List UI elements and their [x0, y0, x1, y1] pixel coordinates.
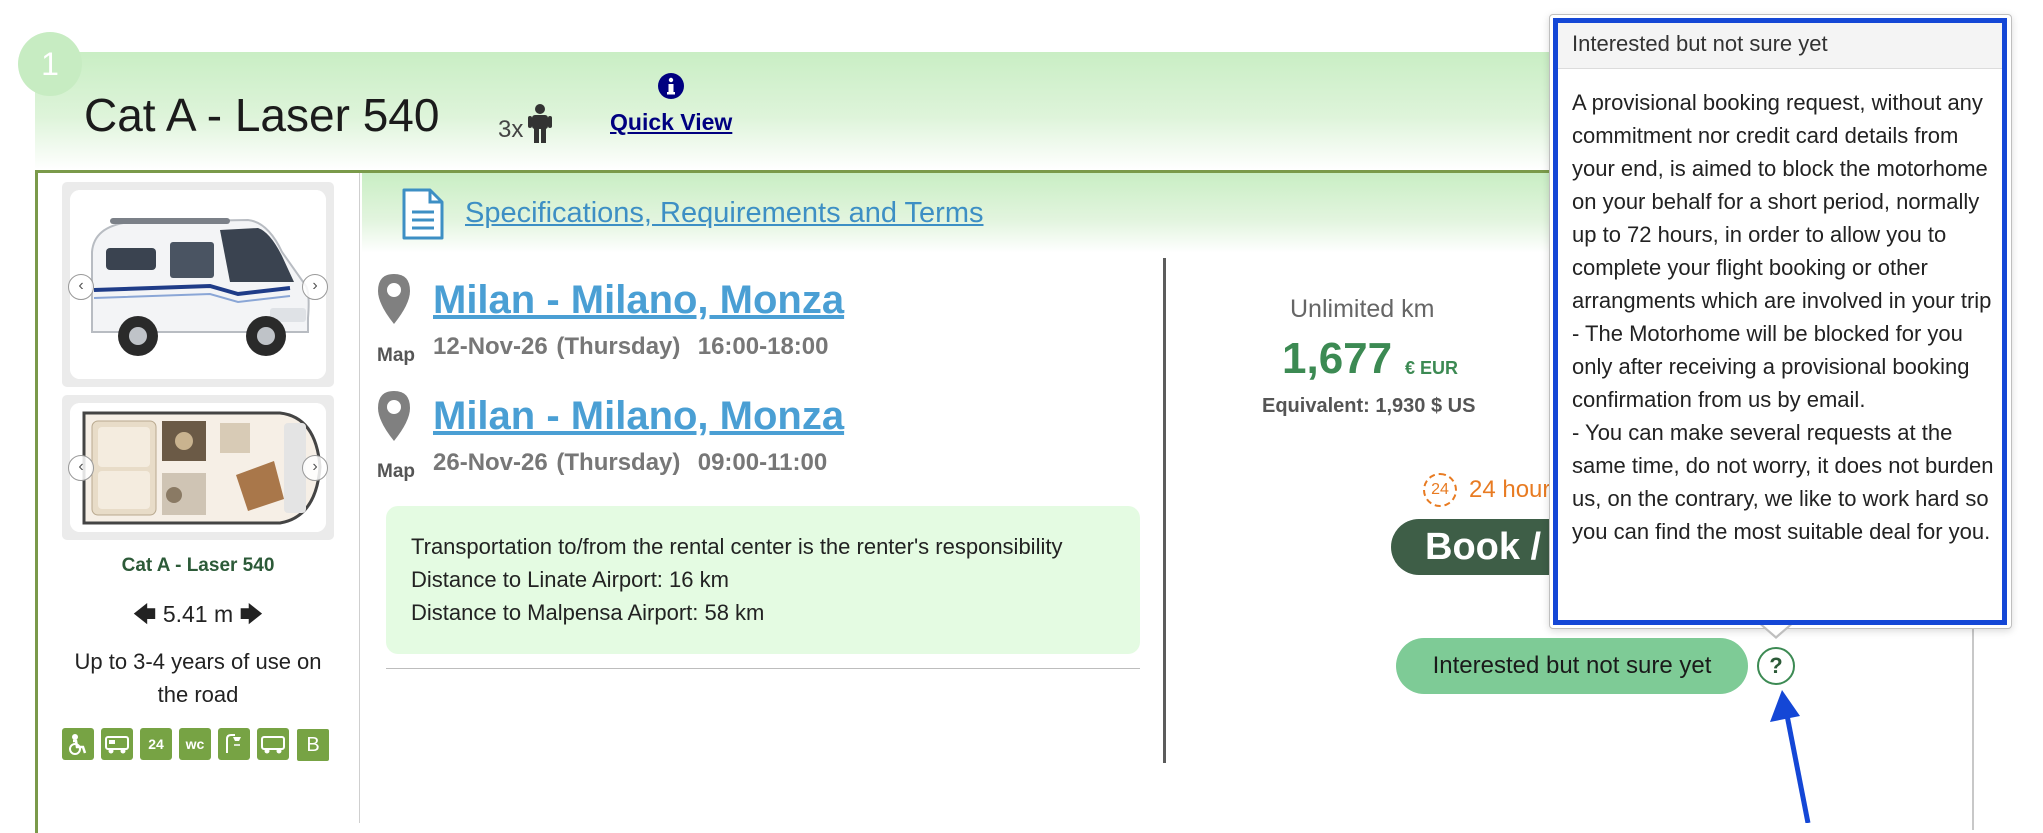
camper-icon: [101, 728, 133, 760]
document-icon: [400, 188, 446, 245]
floorplan-next-arrow[interactable]: ›: [302, 455, 328, 481]
vehicle-photo-carousel[interactable]: ‹ ›: [62, 182, 334, 387]
dropoff-map-label[interactable]: Map: [377, 461, 415, 483]
specifications-link[interactable]: Specifications, Requirements and Terms: [465, 197, 984, 230]
section-separator: [386, 668, 1140, 669]
step-number: 1: [18, 32, 82, 96]
info-icon: [658, 73, 685, 99]
pickup-location-link[interactable]: Milan - Milano, Monza: [433, 278, 844, 323]
passenger-capacity: 3x: [498, 104, 553, 144]
mileage-label: Unlimited km: [1290, 295, 1435, 323]
price-currency: € EUR: [1405, 358, 1459, 378]
popover-highlight-frame: [1553, 18, 2007, 625]
camper-s-icon: [257, 728, 289, 760]
arrow-right-icon: 🡆: [239, 601, 264, 627]
accessible-icon: [62, 728, 94, 760]
vehicle-name: Cat A - Laser 540: [121, 555, 275, 576]
vehicle-age: Up to 3-4 years of use on the road: [74, 649, 322, 707]
price-value: 1,677: [1282, 334, 1393, 383]
pickup-time: 16:00-18:00: [697, 333, 829, 360]
vehicle-length: 🡄 5.41 m 🡆: [62, 598, 334, 637]
dropoff-date: 26-Nov-26 (Thursday): [433, 449, 681, 476]
transport-note: Transportation to/from the rental center…: [411, 534, 1063, 559]
left-column-divider: [359, 173, 360, 823]
dropoff-location-link[interactable]: Milan - Milano, Monza: [433, 394, 844, 439]
popover-tail-fill: [1762, 624, 1790, 636]
annotation-arrow-icon: [1770, 690, 1811, 823]
floorplan-image-frame: [70, 403, 326, 532]
floorplan-image: [70, 403, 326, 532]
vehicle-photo: [70, 190, 326, 379]
dropoff-time: 09:00-11:00: [697, 449, 828, 476]
quick-view-label[interactable]: Quick View: [610, 109, 732, 136]
help-icon[interactable]: ?: [1757, 647, 1795, 685]
linate-distance: Distance to Linate Airport: 16 km: [411, 567, 729, 592]
pickup-map-pin-icon[interactable]: [376, 272, 412, 331]
b-license-icon: B: [296, 728, 330, 762]
dropoff-map-pin-icon[interactable]: [376, 389, 412, 448]
photo-next-arrow[interactable]: ›: [302, 274, 328, 300]
pax-count: 3x: [498, 116, 524, 143]
24-hour-icon: 24: [1423, 473, 1457, 507]
malpensa-distance: Distance to Malpensa Airport: 58 km: [411, 600, 765, 625]
vehicle-length-value: 5.41 m: [162, 601, 234, 627]
person-icon: [528, 104, 553, 143]
floorplan-carousel[interactable]: ‹ ›: [62, 395, 334, 540]
floorplan-prev-arrow[interactable]: ‹: [68, 455, 94, 481]
24-hour-label: 24 hour: [1469, 476, 1551, 503]
pickup-date: 12-Nov-26 (Thursday): [433, 333, 681, 360]
price-column-divider: [1163, 258, 1166, 763]
photo-prev-arrow[interactable]: ‹: [68, 274, 94, 300]
pickup-datetime: 12-Nov-26 (Thursday) 16:00-18:00: [433, 333, 829, 361]
feature-icons: 24 WC B: [62, 728, 330, 762]
listing-title: Cat A - Laser 540: [84, 89, 440, 141]
interested-button[interactable]: Interested but not sure yet: [1396, 638, 1748, 694]
transport-info-box: Transportation to/from the rental center…: [386, 506, 1140, 654]
pickup-map-label[interactable]: Map: [377, 345, 415, 367]
van-exterior-image: [70, 190, 326, 379]
arrow-left-icon: 🡄: [132, 601, 157, 627]
quick-view-link[interactable]: Quick View: [610, 72, 732, 136]
shower-icon: [218, 728, 250, 760]
wc-icon: WC: [179, 728, 211, 760]
price-equivalent: Equivalent: 1,930 $ US: [1262, 395, 1476, 417]
dropoff-datetime: 26-Nov-26 (Thursday) 09:00-11:00: [433, 449, 827, 477]
24h-icon: 24: [140, 728, 172, 760]
